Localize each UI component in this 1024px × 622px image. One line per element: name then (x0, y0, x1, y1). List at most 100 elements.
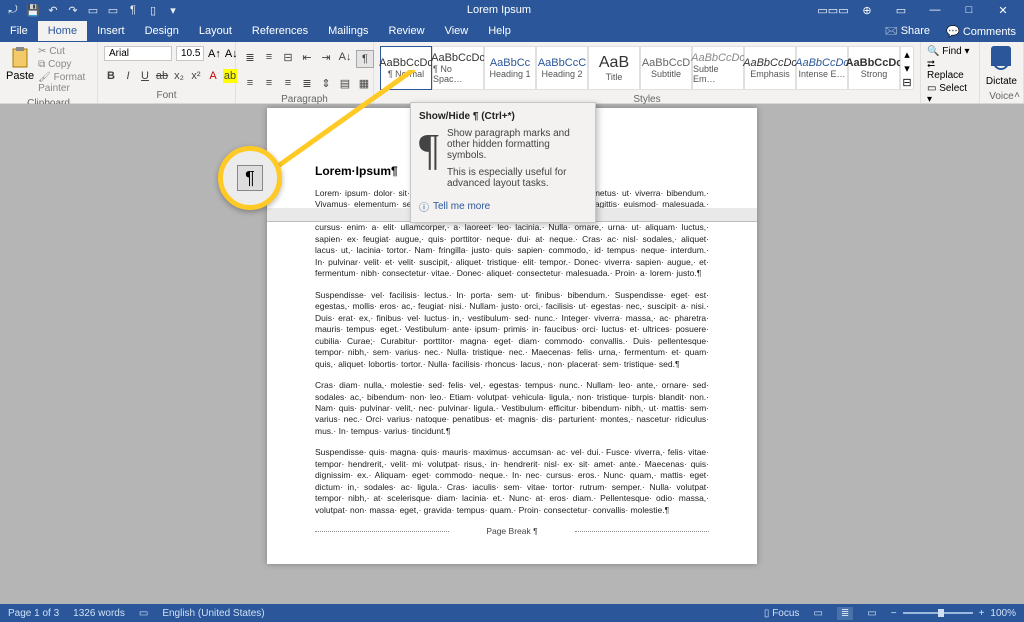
replace-button[interactable]: ⮂ Replace (927, 59, 973, 81)
pilcrow-icon: ¶ (237, 165, 263, 191)
borders-button[interactable]: ▦ (356, 76, 372, 90)
format-painter-button[interactable]: 🖌 Format Painter (38, 72, 91, 94)
page-count[interactable]: Page 1 of 3 (8, 608, 59, 619)
zoom-out-icon[interactable]: − (891, 608, 897, 619)
grow-font-icon[interactable]: A↑ (208, 48, 221, 60)
sort-button[interactable]: A↓ (337, 50, 353, 64)
tab-view[interactable]: View (435, 21, 479, 41)
focus-mode-button[interactable]: ▯ Focus (764, 608, 800, 619)
tab-layout[interactable]: Layout (189, 21, 242, 41)
style-heading1[interactable]: AaBbCcHeading 1 (484, 46, 536, 90)
minimize-icon[interactable]: — (922, 4, 948, 17)
zoom-slider[interactable] (903, 612, 973, 614)
tab-mailings[interactable]: Mailings (318, 21, 378, 41)
page-break-marker: Page Break ¶ (315, 526, 709, 536)
justify-button[interactable]: ≣ (299, 76, 315, 90)
tab-references[interactable]: References (242, 21, 318, 41)
save-icon[interactable]: 💾 (26, 3, 40, 17)
tab-file[interactable]: File (0, 21, 38, 41)
zoom-control[interactable]: − + 100% (891, 608, 1016, 619)
style-subtleem[interactable]: AaBbCcDcSubtle Em… (692, 46, 744, 90)
annotation-circle: ¶ (218, 146, 282, 210)
share-button[interactable]: 🖂 Share (877, 18, 938, 45)
paragraph-text[interactable]: Suspendisse· vel· facilisis· lectus.· In… (315, 290, 709, 370)
account-icon[interactable]: ▭▭▭ (820, 4, 846, 17)
style-nospacing[interactable]: AaBbCcDc¶ No Spac… (432, 46, 484, 90)
paste-label: Paste (6, 70, 34, 82)
qat-more-icon[interactable]: ▾ (166, 3, 180, 17)
paragraph-text[interactable]: Suspendisse· quis· magna· quis· mauris· … (315, 447, 709, 516)
tell-me-more-link[interactable]: ⓘ Tell me more (419, 199, 587, 214)
view-print-icon[interactable]: ≣ (837, 607, 853, 620)
font-size-combo[interactable]: 10.5 (176, 46, 204, 61)
paste-button[interactable]: Paste (6, 46, 34, 82)
collapse-ribbon-icon[interactable]: ˄ (1014, 90, 1020, 101)
tooltip-text: This is especially useful for advanced l… (447, 167, 587, 189)
cut-button[interactable]: ✂ Cut (38, 46, 91, 57)
qat-icon[interactable]: ▭ (86, 3, 100, 17)
pilcrow-qat-icon[interactable]: ¶ (126, 3, 140, 17)
close-icon[interactable]: ✕ (990, 4, 1016, 17)
font-color-button[interactable]: A (206, 69, 220, 83)
style-intense[interactable]: AaBbCcDcIntense E… (796, 46, 848, 90)
underline-button[interactable]: U (138, 69, 152, 83)
bold-button[interactable]: B (104, 69, 118, 83)
shading-button[interactable]: ▤ (337, 76, 353, 90)
numbering-button[interactable]: ≡ (261, 50, 277, 64)
title-bar: ⤾ 💾 ↶ ↷ ▭ ▭ ¶ ▯ ▾ Lorem Ipsum ▭▭▭ ⊕ ▭ — … (0, 0, 1024, 20)
quick-access-toolbar: ⤾ 💾 ↶ ↷ ▭ ▭ ¶ ▯ ▾ (0, 3, 186, 17)
group-paragraph: ≣ ≡ ⊟ ⇤ ⇥ A↓ ¶ ≡ ≡ ≡ ≣ ⇕ ▤ ▦ Paragraph (236, 42, 374, 103)
maximize-icon[interactable]: □ (956, 4, 982, 17)
zoom-level[interactable]: 100% (990, 608, 1016, 619)
style-normal[interactable]: AaBbCcDc¶ Normal (380, 46, 432, 90)
align-left-button[interactable]: ≡ (242, 76, 258, 90)
style-heading2[interactable]: AaBbCcCHeading 2 (536, 46, 588, 90)
show-hide-button[interactable]: ¶ (356, 50, 374, 68)
styles-gallery[interactable]: AaBbCcDc¶ Normal AaBbCcDc¶ No Spac… AaBb… (380, 46, 914, 90)
bullets-button[interactable]: ≣ (242, 50, 258, 64)
line-spacing-button[interactable]: ⇕ (318, 76, 334, 90)
subscript-button[interactable]: x₂ (172, 69, 186, 83)
style-emphasis[interactable]: AaBbCcDcEmphasis (744, 46, 796, 90)
superscript-button[interactable]: x² (189, 69, 203, 83)
increase-indent-button[interactable]: ⇥ (318, 50, 334, 64)
tab-review[interactable]: Review (379, 21, 435, 41)
redo-icon[interactable]: ↷ (66, 3, 80, 17)
find-button[interactable]: 🔍 Find ▾ (927, 46, 973, 57)
style-title[interactable]: AaBTitle (588, 46, 640, 90)
ribbon-options-icon[interactable]: ⊕ (854, 4, 880, 17)
view-read-icon[interactable]: ▭ (813, 608, 822, 619)
language-status[interactable]: English (United States) (162, 608, 264, 619)
tab-help[interactable]: Help (478, 21, 521, 41)
multilevel-button[interactable]: ⊟ (280, 50, 296, 64)
tab-home[interactable]: Home (38, 21, 87, 41)
tab-design[interactable]: Design (135, 21, 189, 41)
italic-button[interactable]: I (121, 69, 135, 83)
style-subtitle[interactable]: AaBbCcDSubtitle (640, 46, 692, 90)
spell-check-icon[interactable]: ▭ (139, 608, 148, 619)
copy-button[interactable]: ⧉ Copy (38, 59, 91, 70)
paragraph-text[interactable]: Cras· diam· nulla,· molestie· sed· felis… (315, 380, 709, 437)
group-clipboard: Paste ✂ Cut ⧉ Copy 🖌 Format Painter Clip… (0, 42, 98, 103)
font-name-combo[interactable]: Arial (104, 46, 172, 61)
style-strong[interactable]: AaBbCcDcStrong (848, 46, 900, 90)
styles-more-button[interactable]: ▴▾⊟ (900, 46, 914, 90)
strike-button[interactable]: ab (155, 69, 169, 83)
undo-icon[interactable]: ↶ (46, 3, 60, 17)
comments-button[interactable]: 💬 Comments (938, 21, 1024, 42)
dictate-button[interactable]: Dictate (986, 46, 1017, 87)
align-right-button[interactable]: ≡ (280, 76, 296, 90)
select-button[interactable]: ▭ Select ▾ (927, 83, 973, 105)
tab-insert[interactable]: Insert (87, 21, 135, 41)
autosave-icon[interactable]: ⤾ (6, 3, 20, 17)
ribbon-display-icon[interactable]: ▭ (888, 4, 914, 17)
view-web-icon[interactable]: ▭ (867, 608, 876, 619)
show-hide-tooltip: Show/Hide ¶ (Ctrl+*) ¶ Show paragraph ma… (410, 102, 596, 223)
word-count[interactable]: 1326 words (73, 608, 125, 619)
decrease-indent-button[interactable]: ⇤ (299, 50, 315, 64)
qat-icon[interactable]: ▯ (146, 3, 160, 17)
qat-icon[interactable]: ▭ (106, 3, 120, 17)
align-center-button[interactable]: ≡ (261, 76, 277, 90)
highlight-button[interactable]: ab (223, 69, 237, 83)
zoom-in-icon[interactable]: + (979, 608, 985, 619)
